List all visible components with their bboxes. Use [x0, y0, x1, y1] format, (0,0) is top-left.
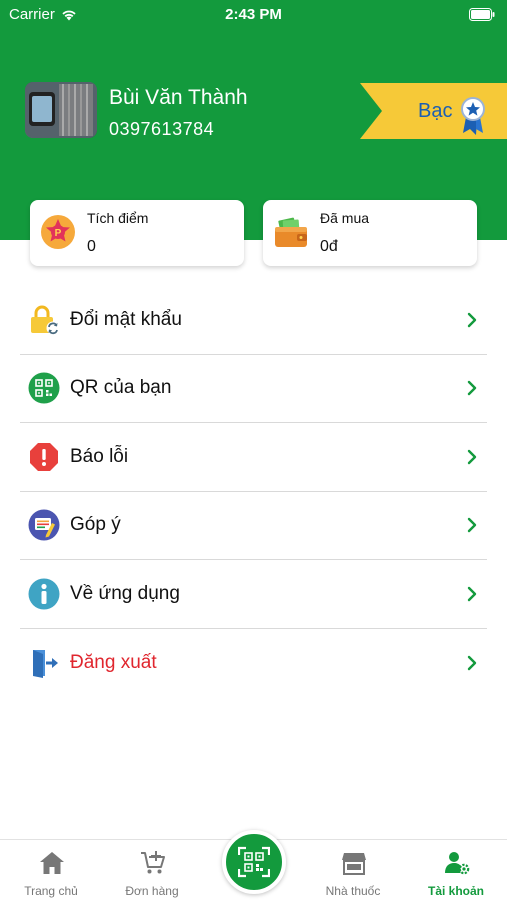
info-icon [28, 578, 60, 610]
avatar[interactable] [25, 82, 97, 138]
points-value: 0 [87, 238, 96, 255]
menu-item-label: Báo lỗi [70, 445, 129, 467]
user-phone: 0397613784 [109, 119, 215, 139]
points-coin-icon: P [41, 215, 75, 249]
menu-item-report-bug[interactable]: Báo lỗi [20, 423, 487, 492]
purchased-title: Đã mua [320, 210, 370, 226]
store-icon [342, 853, 366, 875]
chevron-right-icon [467, 586, 477, 601]
qr-icon [28, 372, 60, 404]
status-bar: Carrier 2:43 PM [0, 0, 507, 30]
chevron-right-icon [467, 312, 477, 327]
menu-item-feedback[interactable]: Góp ý [20, 492, 487, 560]
menu-item-label: Đổi mật khẩu [70, 308, 182, 330]
scan-qr-button[interactable] [222, 830, 286, 894]
logout-icon [33, 649, 58, 678]
tab-label: Đơn hàng [125, 884, 179, 898]
menu-item-label: Về ứng dụng [70, 582, 180, 604]
error-icon [30, 442, 58, 471]
rank-label: Bạc [418, 100, 453, 122]
menu-item-logout[interactable]: Đăng xuất [20, 629, 487, 698]
tab-label: Trang chủ [24, 884, 78, 898]
menu-item-about-app[interactable]: Về ứng dụng [20, 560, 487, 629]
menu-item-change-password[interactable]: Đổi mật khẩu [20, 286, 487, 355]
account-icon [445, 852, 470, 875]
tab-account[interactable]: Tài khoản [406, 840, 506, 900]
svg-text:P: P [55, 228, 62, 239]
wallet-icon [275, 217, 307, 247]
purchased-card[interactable]: Đã mua 0đ [263, 200, 477, 266]
tab-label: Tài khoản [427, 884, 484, 898]
battery-icon [469, 8, 495, 21]
cart-icon [141, 851, 165, 874]
points-card[interactable]: P Tích điểm 0 [30, 200, 244, 266]
tab-orders[interactable]: Đơn hàng [102, 840, 202, 900]
feedback-icon [28, 509, 60, 541]
home-icon [40, 852, 64, 874]
avatar-image [25, 82, 97, 138]
tab-pharmacy[interactable]: Nhà thuốc [303, 840, 403, 900]
chevron-right-icon [467, 381, 477, 396]
status-time: 2:43 PM [225, 6, 282, 23]
menu-item-label: Góp ý [70, 514, 121, 536]
medal-icon [461, 97, 485, 135]
purchased-value: 0đ [320, 238, 338, 255]
user-name: Bùi Văn Thành [109, 86, 248, 109]
menu-item-label: QR của bạn [70, 377, 172, 399]
tab-home[interactable]: Trang chủ [1, 840, 101, 900]
points-title: Tích điểm [87, 210, 149, 226]
qr-scan-icon [238, 846, 270, 878]
chevron-right-icon [467, 655, 477, 670]
menu-item-your-qr[interactable]: QR của bạn [20, 355, 487, 423]
lock-refresh-icon [31, 305, 60, 335]
chevron-right-icon [467, 518, 477, 533]
account-menu: Đổi mật khẩu QR của bạn Báo lỗi Góp ý Về… [20, 286, 487, 697]
chevron-right-icon [467, 449, 477, 464]
menu-item-label: Đăng xuất [70, 651, 157, 673]
tab-label: Nhà thuốc [325, 884, 381, 898]
